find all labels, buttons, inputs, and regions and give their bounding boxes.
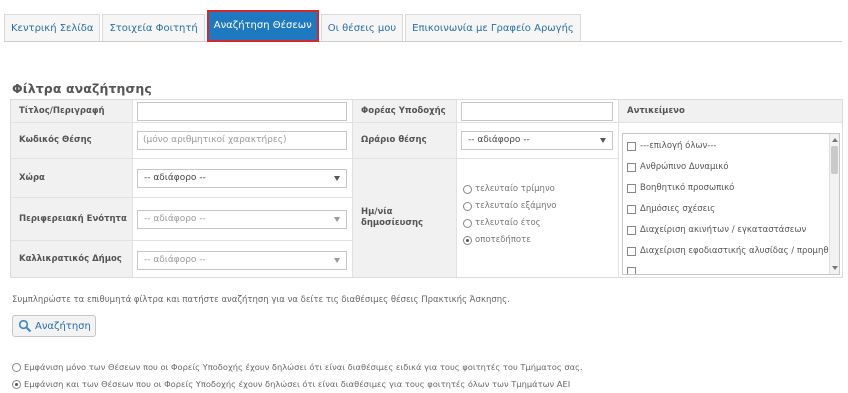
scrollbar-thumb[interactable] [831, 146, 838, 174]
checkbox[interactable] [627, 204, 636, 214]
chevron-down-icon [600, 138, 606, 143]
radio-button[interactable] [463, 201, 472, 211]
display-option-label: Εμφάνιση και των Θέσεων που οι Φορείς Υπ… [24, 379, 571, 389]
subject-item[interactable]: Ανθρώπινο Δυναμικό [627, 162, 729, 172]
title-label: Τίτλος/Περιγραφή [11, 100, 132, 122]
checkbox[interactable] [627, 183, 636, 193]
tab-bar: Κεντρική Σελίδα Στοιχεία Φοιτητή Αναζήτη… [0, 0, 848, 46]
tab-student-info[interactable]: Στοιχεία Φοιτητή [102, 14, 205, 41]
date-option-anytime[interactable]: οποτεδήποτε [463, 235, 531, 245]
subject-item-label: Δημόσιες σχέσεις [640, 204, 716, 214]
radio-button-selected[interactable] [12, 379, 21, 389]
date-option-label: τελευταίο εξάμηνο [475, 201, 557, 211]
municipality-select-value: -- αδιάφορο -- [144, 255, 206, 265]
country-label: Χώρα [11, 159, 132, 197]
tab-contact-helpdesk[interactable]: Επικοινωνία με Γραφείο Αρωγής [405, 14, 581, 41]
chevron-down-icon [334, 258, 340, 263]
country-select[interactable]: -- αδιάφορο -- [137, 169, 347, 188]
search-filters-form: Τίτλος/Περιγραφή Κωδικός Θέσης Χώρα Περι… [10, 99, 843, 278]
tabs: Κεντρική Σελίδα Στοιχεία Φοιτητή Αναζήτη… [4, 10, 842, 42]
display-option-department[interactable]: Εμφάνιση μόνο των Θέσεων που οι Φορείς Υ… [12, 362, 583, 372]
scroll-down-icon[interactable] [832, 266, 838, 270]
page: Κεντρική Σελίδα Στοιχεία Φοιτητή Αναζήτη… [0, 0, 848, 393]
date-option-label: τελευταίο έτος [475, 218, 541, 228]
date-option-label: οποτεδήποτε [475, 235, 531, 245]
tab-home[interactable]: Κεντρική Σελίδα [4, 14, 101, 41]
schedule-select[interactable]: -- αδιάφορο -- [461, 131, 613, 150]
region-label: Περιφερειακή Ενότητα [11, 198, 132, 240]
date-option-label: τελευταίο τρίμηνο [475, 184, 555, 194]
instructions-text: Συμπληρώστε τα επιθυμητά φίλτρα και πατή… [12, 295, 510, 305]
chevron-down-icon [334, 217, 340, 222]
subject-item-label: Διαχείριση εφοδιαστικής αλυσίδας / προμη… [640, 246, 840, 256]
checkbox[interactable] [627, 141, 636, 151]
chevron-down-icon [334, 176, 340, 181]
subject-item-label: Διαχείριση ακινήτων / εγκαταστάσεων [640, 225, 807, 235]
scroll-up-icon[interactable] [832, 138, 838, 142]
display-option-all-departments[interactable]: Εμφάνιση και των Θέσεων που οι Φορείς Υπ… [12, 379, 570, 389]
date-option-semester[interactable]: τελευταίο εξάμηνο [463, 201, 556, 211]
host-input[interactable] [461, 102, 613, 121]
date-label: Ημ/νία δημοσίευσης [353, 159, 456, 277]
subject-item-label: Ανθρώπινο Δυναμικό [640, 162, 729, 172]
schedule-select-value: -- αδιάφορο -- [468, 135, 530, 145]
region-select-value: -- αδιάφορο -- [144, 214, 206, 224]
subject-item-partial[interactable] [627, 267, 640, 274]
radio-button[interactable] [12, 362, 21, 372]
date-option-quarter[interactable]: τελευταίο τρίμηνο [463, 184, 555, 194]
schedule-label: Ωράριο θέσης [353, 123, 456, 158]
region-select[interactable]: -- αδιάφορο -- [137, 210, 347, 229]
page-title: Φίλτρα αναζήτησης [12, 81, 152, 96]
subject-item[interactable]: Βοηθητικό προσωπικό [627, 183, 734, 193]
code-input[interactable]: (μόνο αριθμητικοί χαρακτήρες) [137, 131, 347, 150]
subject-item-label: Βοηθητικό προσωπικό [640, 183, 735, 193]
subject-item[interactable]: Δημόσιες σχέσεις [627, 204, 715, 214]
search-button[interactable]: Αναζήτηση [12, 315, 96, 337]
municipality-label: Καλλικρατικός Δήμος [11, 241, 132, 277]
search-icon [18, 319, 32, 333]
subject-label: Αντικείμενο [619, 100, 842, 122]
municipality-select[interactable]: -- αδιάφορο -- [137, 251, 347, 270]
checkbox[interactable] [627, 225, 636, 235]
radio-button-selected[interactable] [463, 235, 472, 245]
subject-item-select-all[interactable]: ---επιλογή όλων--- [627, 141, 716, 151]
country-select-value: -- αδιάφορο -- [144, 173, 206, 183]
tab-my-positions[interactable]: Οι θέσεις μου [320, 14, 404, 41]
checkbox[interactable] [627, 162, 636, 172]
checkbox[interactable] [627, 267, 636, 274]
subject-item[interactable]: Διαχείριση εφοδιαστικής αλυσίδας / προμη… [627, 246, 840, 256]
subject-listbox[interactable]: ---επιλογή όλων--- Ανθρώπινο Δυναμικό Βο… [622, 133, 840, 275]
search-button-label: Αναζήτηση [35, 320, 91, 332]
checkbox[interactable] [627, 246, 636, 256]
host-label: Φορέας Υποδοχής [353, 100, 456, 122]
radio-button[interactable] [463, 184, 472, 194]
code-label: Κωδικός Θέσης [11, 123, 132, 158]
display-option-label: Εμφάνιση μόνο των Θέσεων που οι Φορείς Υ… [24, 362, 583, 372]
subject-item-label: ---επιλογή όλων--- [640, 141, 717, 151]
radio-button[interactable] [463, 218, 472, 228]
title-input[interactable] [137, 102, 347, 121]
subject-item[interactable]: Διαχείριση ακινήτων / εγκαταστάσεων [627, 225, 806, 235]
date-option-year[interactable]: τελευταίο έτος [463, 218, 541, 228]
subject-scrollbar[interactable] [829, 134, 839, 274]
tab-position-search[interactable]: Αναζήτηση Θέσεων [206, 10, 319, 42]
